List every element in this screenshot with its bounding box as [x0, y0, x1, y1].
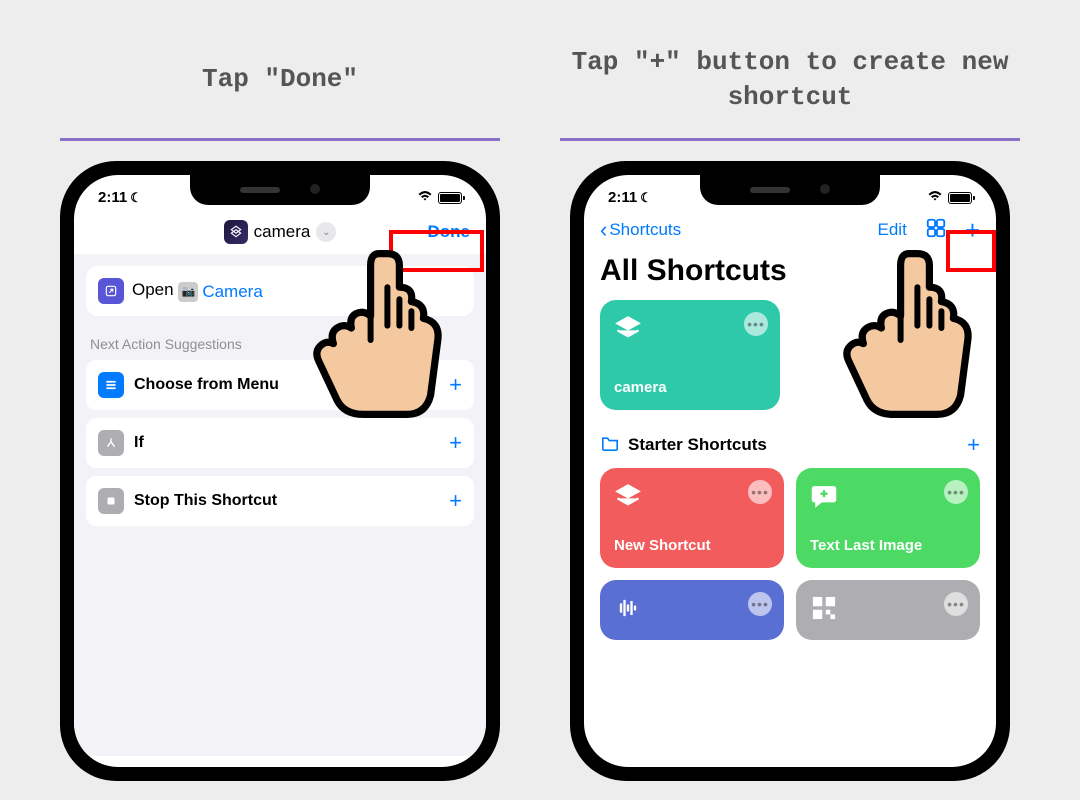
message-plus-icon: [810, 482, 838, 510]
dnd-moon-icon: ☾: [640, 190, 652, 206]
layers-icon: [614, 314, 642, 342]
more-icon[interactable]: •••: [748, 480, 772, 504]
back-button[interactable]: ‹Shortcuts: [600, 217, 681, 243]
folder-icon: [600, 435, 620, 456]
more-icon[interactable]: •••: [944, 480, 968, 504]
more-icon[interactable]: •••: [944, 592, 968, 616]
shortcut-name[interactable]: camera: [254, 222, 311, 242]
pointer-hand-icon: [840, 244, 990, 424]
shortcuts-app-icon: [224, 220, 248, 244]
qr-icon: [810, 594, 838, 622]
chevron-left-icon: ‹: [600, 217, 607, 243]
add-icon[interactable]: +: [449, 488, 462, 514]
shortcut-tile-new[interactable]: ••• New Shortcut: [600, 468, 784, 568]
layout-grid-icon[interactable]: [925, 217, 947, 244]
shortcut-tile-text-image[interactable]: ••• Text Last Image: [796, 468, 980, 568]
suggestion-if[interactable]: If +: [86, 418, 474, 468]
branch-icon: [98, 430, 124, 456]
action-target-link[interactable]: 📷Camera: [178, 282, 262, 302]
status-time: 2:11: [608, 189, 637, 206]
waveform-icon: [614, 594, 642, 622]
caption-left: Tap "Done": [202, 30, 358, 130]
battery-icon: [948, 192, 972, 204]
caption-right: Tap "+" button to create new shortcut: [560, 30, 1020, 130]
status-time: 2:11: [98, 189, 127, 206]
open-app-icon: [98, 278, 124, 304]
edit-button[interactable]: Edit: [878, 220, 907, 240]
shortcut-tile-audio[interactable]: •••: [600, 580, 784, 640]
menu-icon: [98, 372, 124, 398]
battery-icon: [438, 192, 462, 204]
divider: [60, 138, 500, 141]
action-verb: Open: [132, 280, 174, 299]
divider: [560, 138, 1020, 141]
camera-app-icon: 📷: [178, 282, 198, 302]
layers-icon: [614, 482, 642, 510]
suggestion-stop[interactable]: Stop This Shortcut +: [86, 476, 474, 526]
shortcut-tile-camera[interactable]: ••• camera: [600, 300, 780, 410]
folder-starter-shortcuts[interactable]: Starter Shortcuts +: [584, 426, 996, 468]
chevron-down-icon[interactable]: ⌄: [316, 222, 336, 242]
dnd-moon-icon: ☾: [130, 190, 142, 206]
more-icon[interactable]: •••: [748, 592, 772, 616]
wifi-icon: [417, 189, 433, 206]
add-icon[interactable]: +: [967, 432, 980, 458]
shortcut-tile-qr[interactable]: •••: [796, 580, 980, 640]
stop-icon: [98, 488, 124, 514]
add-icon[interactable]: +: [449, 430, 462, 456]
more-icon[interactable]: •••: [744, 312, 768, 336]
wifi-icon: [927, 189, 943, 206]
pointer-hand-icon: [310, 244, 460, 424]
